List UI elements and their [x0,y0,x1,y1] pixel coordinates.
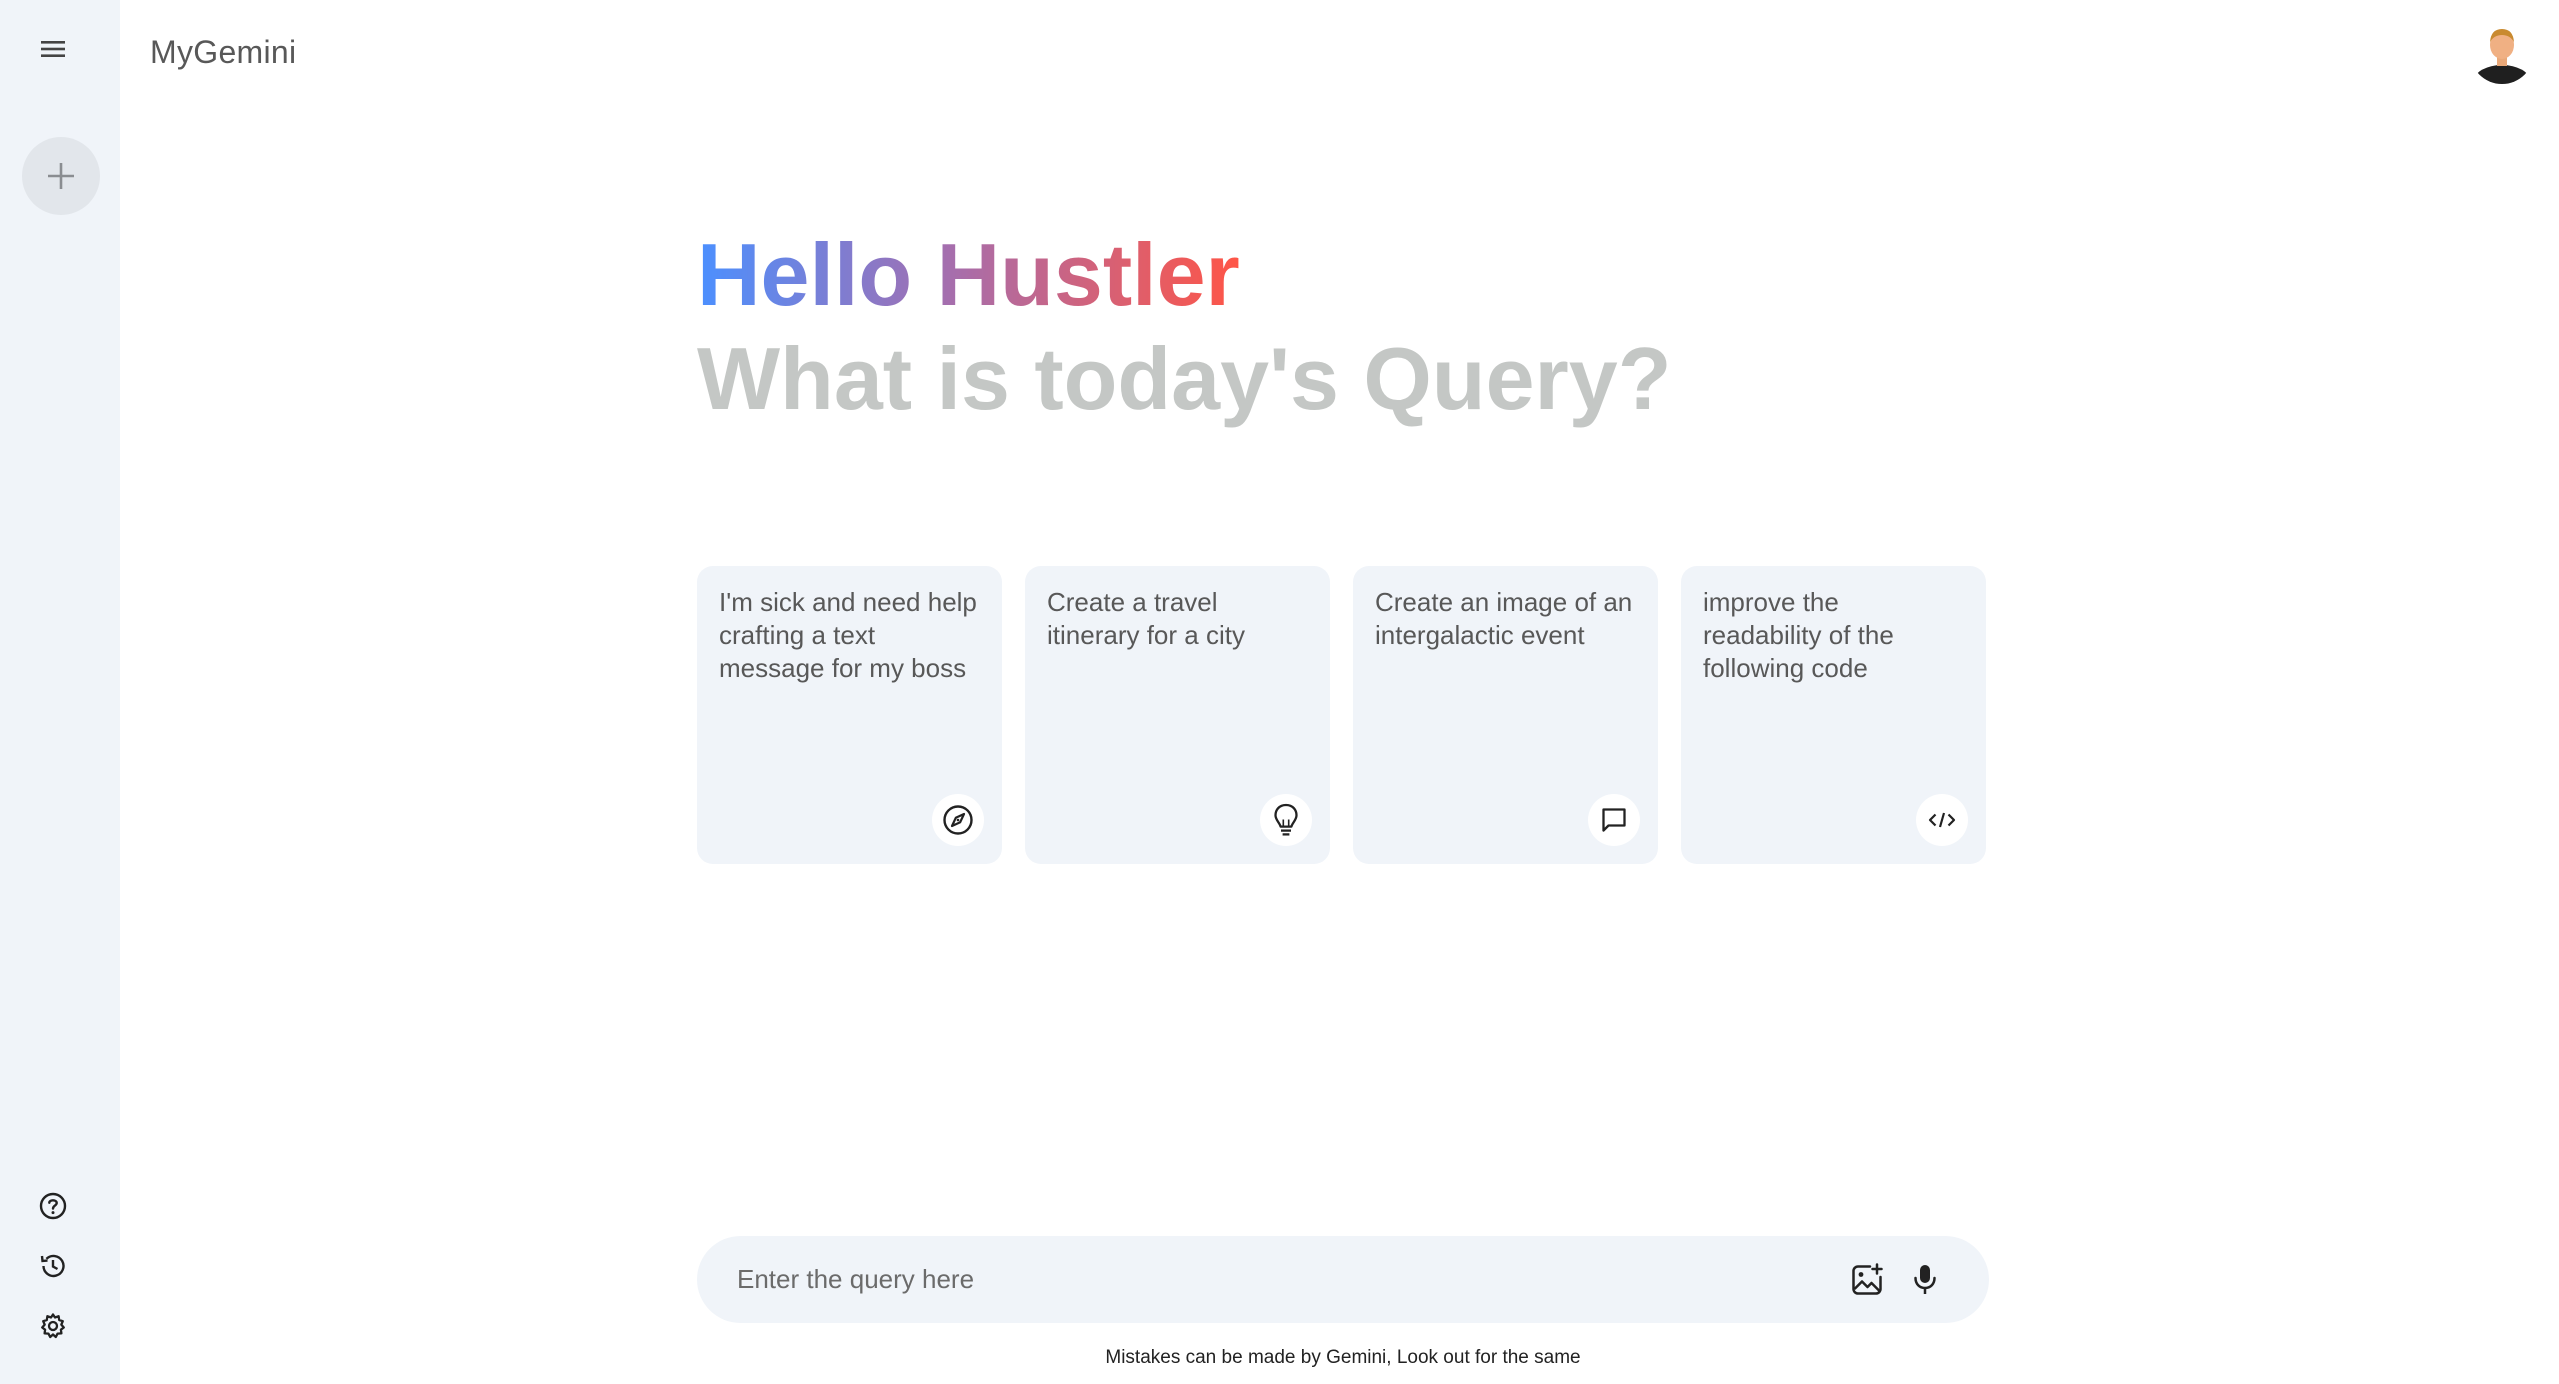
add-image-icon[interactable] [1843,1256,1891,1304]
greeting: Hello Hustler What is today's Query? [697,222,1997,431]
query-input[interactable] [737,1264,1833,1295]
card-text: Create an image of an intergalactic even… [1375,587,1633,650]
greeting-question: What is today's Query? [697,328,1672,428]
suggestion-card[interactable]: Create a travel itinerary for a city [1025,566,1330,864]
card-text: improve the readability of the following… [1703,587,1894,683]
sidebar [0,0,120,1384]
menu-icon[interactable] [33,29,73,69]
bulb-icon [1260,794,1312,846]
microphone-icon[interactable] [1901,1256,1949,1304]
suggestion-card[interactable]: I'm sick and need help crafting a text m… [697,566,1002,864]
app-root: MyGemini Hello Hustler What is today's Q… [0,0,2559,1384]
plus-icon [48,163,74,189]
user-avatar-icon [2470,20,2534,84]
card-text: Create a travel itinerary for a city [1047,587,1245,650]
suggestion-card[interactable]: Create an image of an intergalactic even… [1353,566,1658,864]
history-icon[interactable] [33,1246,73,1286]
settings-icon[interactable] [33,1306,73,1346]
new-chat-button[interactable] [22,137,100,215]
avatar[interactable] [2470,20,2534,84]
card-text: I'm sick and need help crafting a text m… [719,587,977,683]
help-icon[interactable] [33,1186,73,1226]
greeting-hello: Hello Hustler [697,222,1240,328]
disclaimer-text: Mistakes can be made by Gemini, Look out… [1105,1347,1581,1368]
query-bar [697,1236,1989,1323]
suggestion-card[interactable]: improve the readability of the following… [1681,566,1986,864]
code-icon [1916,794,1968,846]
message-icon [1588,794,1640,846]
suggestion-cards: I'm sick and need help crafting a text m… [697,566,1989,864]
brand-title: MyGemini [150,34,297,70]
compass-icon [932,794,984,846]
